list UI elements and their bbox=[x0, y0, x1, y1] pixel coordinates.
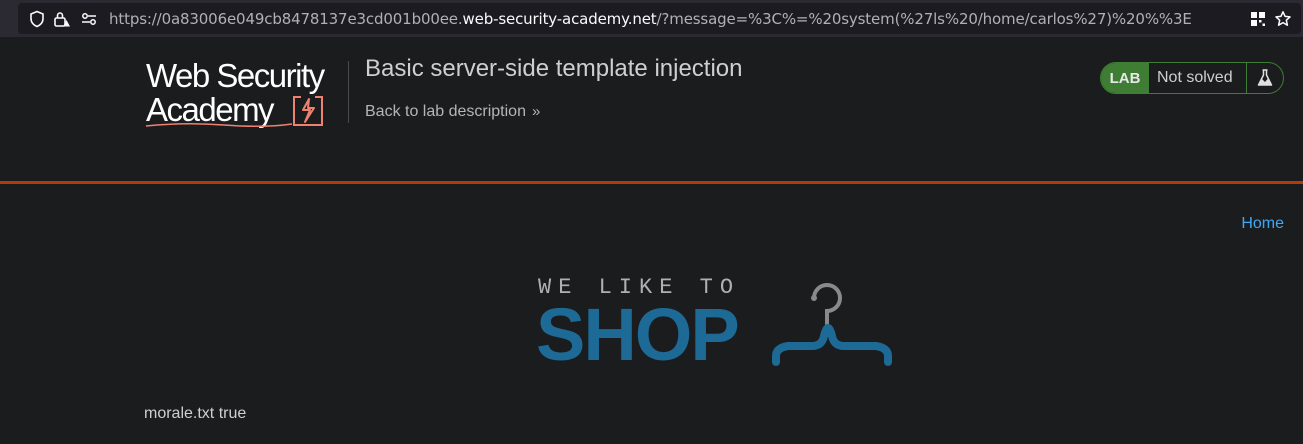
double-chevron-right-icon: » bbox=[531, 103, 541, 120]
logo-line-1: Web Security bbox=[146, 57, 325, 94]
coat-hanger-icon bbox=[772, 283, 892, 366]
back-link-label: Back to lab description bbox=[365, 103, 526, 120]
permissions-icon[interactable] bbox=[80, 10, 98, 28]
lock-warning-icon[interactable] bbox=[53, 10, 71, 28]
academy-header: Web Security Academy Basic server-side t… bbox=[0, 37, 1303, 181]
address-bar[interactable]: https://0a83006e049cb8478137e3cd001b00ee… bbox=[18, 3, 1301, 34]
url-suffix: /?message=%3C%=%20system(%27ls%20/home/c… bbox=[656, 10, 1192, 28]
home-link[interactable]: Home bbox=[1241, 215, 1284, 233]
lab-title: Basic server-side template injection bbox=[365, 55, 743, 82]
back-to-lab-description-link[interactable]: Back to lab description » bbox=[365, 103, 540, 121]
shop-logo: WE LIKE TO SHOP bbox=[536, 272, 896, 372]
browser-toolbar: https://0a83006e049cb8478137e3cd001b00ee… bbox=[0, 0, 1303, 37]
url-host: web-security-academy.net bbox=[462, 10, 657, 28]
flask-icon bbox=[1247, 63, 1283, 93]
shop-logo-word: SHOP bbox=[536, 293, 740, 376]
logo-bolt-icon bbox=[293, 96, 323, 126]
web-security-academy-logo[interactable]: Web Security Academy bbox=[145, 57, 346, 131]
template-output-message: morale.txt true bbox=[144, 405, 247, 422]
header-divider bbox=[348, 61, 349, 123]
url-prefix: https://0a83006e049cb8478137e3cd001b00ee… bbox=[109, 10, 463, 28]
qr-code-icon[interactable] bbox=[1249, 10, 1267, 28]
shield-icon[interactable] bbox=[28, 10, 46, 28]
bookmark-star-icon[interactable] bbox=[1274, 10, 1292, 28]
header-rule bbox=[0, 181, 1303, 184]
lab-status-widget: LAB Not solved bbox=[1100, 62, 1284, 94]
logo-underline-icon bbox=[145, 122, 293, 128]
lab-badge: LAB bbox=[1101, 63, 1149, 93]
url-text[interactable]: https://0a83006e049cb8478137e3cd001b00ee… bbox=[109, 10, 1192, 28]
lab-status-text: Not solved bbox=[1149, 63, 1247, 93]
